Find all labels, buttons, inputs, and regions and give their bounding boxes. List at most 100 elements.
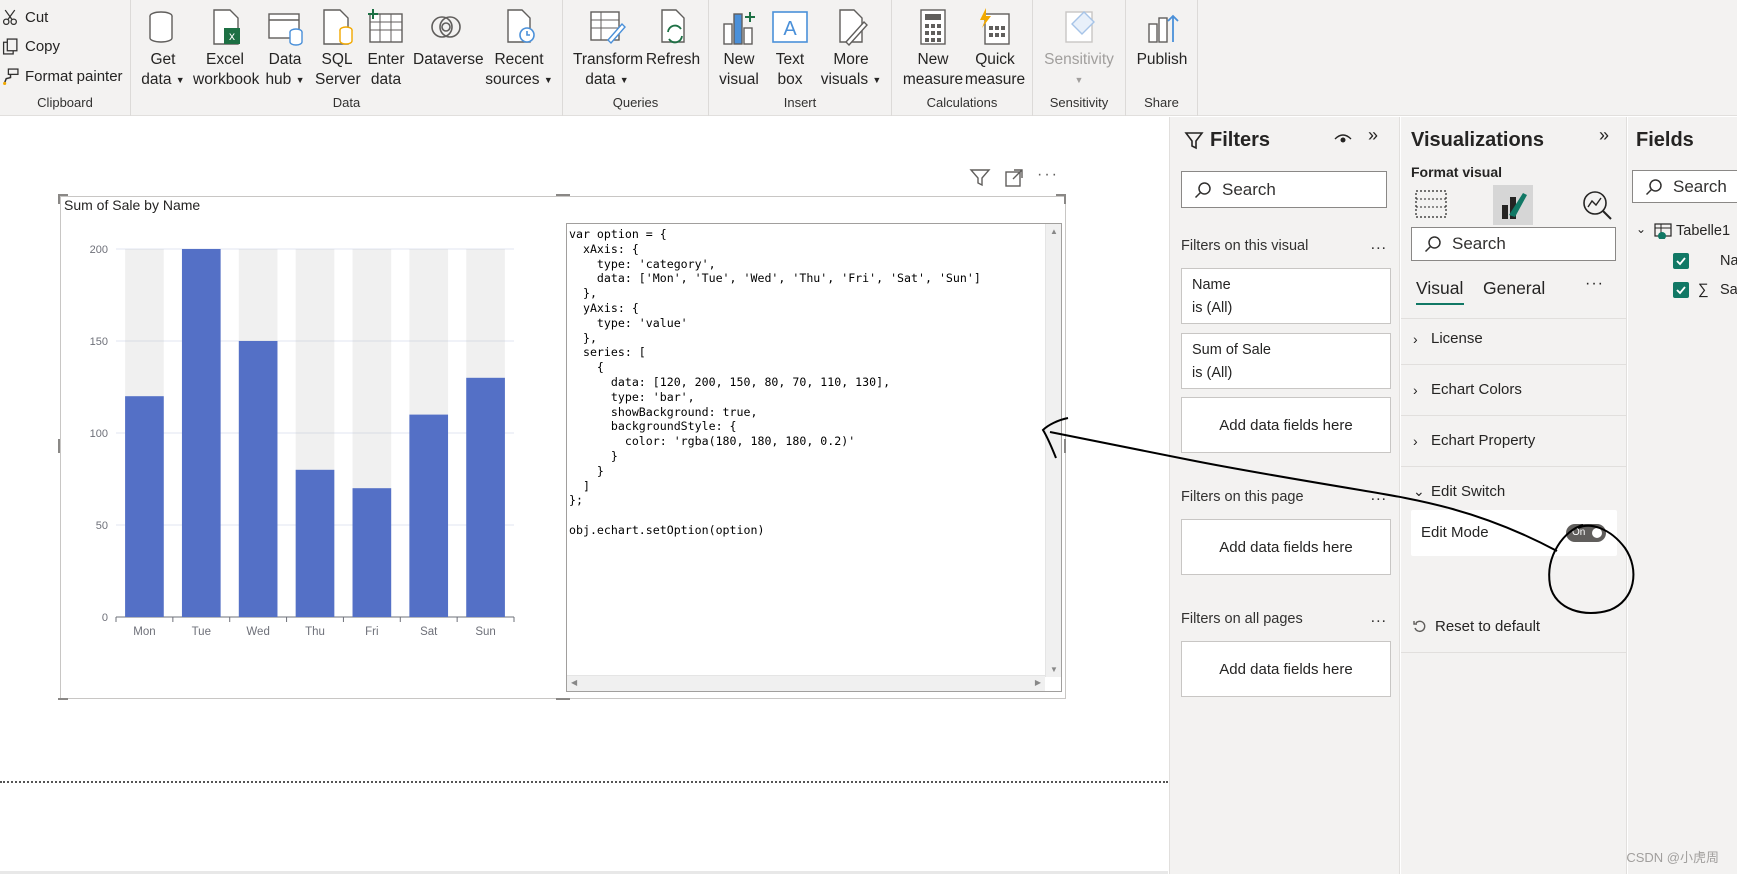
add-data-fields-page[interactable]: Add data fields here [1181,519,1391,575]
cut-button[interactable]: Cut [2,9,48,26]
sensitivity-button[interactable]: Sensitivity ▼ [1039,8,1119,90]
resize-handle[interactable] [1064,439,1066,453]
y-tick-label: 150 [90,336,108,348]
resize-handle[interactable] [556,698,570,700]
build-visual-icon[interactable] [1415,189,1447,219]
more-options-icon[interactable]: ... [1371,236,1387,254]
sql-label-2: Server [315,71,361,88]
format-painter-button[interactable]: Format painter [2,68,123,85]
section-echart-property[interactable]: › Echart Property [1413,432,1535,449]
scroll-right-icon[interactable]: ▶ [1035,678,1041,687]
sql-server-button[interactable]: SQL Server [315,8,361,90]
tab-visual[interactable]: Visual [1416,278,1463,299]
text-box-button[interactable]: A Text box [769,8,811,90]
copy-label: Copy [25,38,61,55]
chevron-down-icon[interactable]: ⌄ [1636,222,1646,236]
x-tick-label: Sun [475,626,495,638]
table-name[interactable]: Tabelle1 [1676,223,1730,239]
copy-button[interactable]: Copy [2,38,60,55]
divider [1401,364,1627,365]
resize-handle[interactable] [1064,194,1066,204]
enter-data-button[interactable]: Enter data [365,8,407,90]
transform-data-button[interactable]: Transform data ▼ [573,8,643,90]
resize-handle[interactable] [58,698,68,700]
bar [125,396,164,617]
field-name-label[interactable]: Na [1720,253,1737,269]
data-hub-button[interactable]: Data hub ▼ [261,8,309,90]
filter-visual-icon[interactable] [969,168,991,193]
calculations-group-label: Calculations [926,95,998,110]
publish-button[interactable]: Publish [1132,8,1192,70]
calculator-icon [920,9,946,45]
add-data-fields-visual[interactable]: Add data fields here [1181,397,1391,453]
sensitivity-tag-icon [1065,11,1095,43]
x-tick-label: Sat [420,626,438,638]
format-painter-label: Format painter [25,68,123,85]
tab-general[interactable]: General [1483,278,1545,299]
quick-measure-label-1: Quick [975,51,1015,68]
search-icon [1424,236,1441,253]
chart-title: Sum of Sale by Name [64,197,201,213]
fields-search-input[interactable]: Search [1632,170,1737,203]
recent-sources-button[interactable]: Recent sources ▼ [483,8,555,90]
excel-label-2: workbook [193,71,260,88]
reset-to-default-button[interactable]: Reset to default [1413,618,1540,635]
filter-card-name[interactable]: Name is (All) [1181,268,1391,324]
filter-card-state: is (All) [1192,300,1233,316]
svg-text:x: x [229,29,235,43]
section-license[interactable]: › License [1413,330,1483,347]
analytics-icon[interactable] [1581,189,1613,221]
filters-search-input[interactable]: Search [1181,171,1387,208]
edit-mode-toggle[interactable]: On [1566,524,1606,542]
more-visuals-button[interactable]: More visuals ▼ [819,8,883,90]
scroll-down-icon[interactable]: ▼ [1050,665,1058,674]
field-checkbox[interactable] [1673,282,1689,298]
report-canvas[interactable]: ··· Sum of Sale by Name 0 50 100 150 200 Mon T… [0,117,1168,874]
resize-handle[interactable] [58,439,60,453]
code-text[interactable]: var option = { xAxis: { type: 'category'… [569,227,981,538]
queries-group-label: Queries [612,95,659,110]
divider [1401,652,1627,653]
more-options-icon[interactable]: ··· [1037,166,1059,184]
get-data-button[interactable]: Get data ▼ [141,8,185,90]
code-editor[interactable]: var option = { xAxis: { type: 'category'… [566,223,1062,692]
excel-label-1: Excel [206,51,244,68]
refresh-button[interactable]: Refresh [645,8,701,70]
add-data-fields-all[interactable]: Add data fields here [1181,641,1391,697]
field-checkbox[interactable] [1673,253,1689,269]
filters-on-page-heading: Filters on this page [1181,489,1304,505]
more-options-icon[interactable]: ··· [1585,275,1604,293]
new-measure-button[interactable]: New measure [902,8,964,90]
scroll-up-icon[interactable]: ▲ [1050,227,1058,236]
resize-handle[interactable] [556,194,570,196]
sigma-icon: ∑ [1698,281,1709,298]
collapse-visualizations-icon[interactable]: » [1599,125,1609,146]
quick-measure-button[interactable]: Quick measure [964,8,1026,90]
dataverse-label: Dataverse [413,51,484,68]
fields-title: Fields [1636,129,1694,151]
new-visual-button[interactable]: New visual [717,8,761,90]
filters-on-all-pages-heading: Filters on all pages [1181,611,1303,627]
collapse-filters-icon[interactable]: » [1368,125,1378,146]
more-options-icon[interactable]: ... [1371,609,1387,627]
visualizations-search-input[interactable]: Search [1411,227,1616,261]
eye-icon[interactable] [1334,129,1352,147]
section-label: Edit Switch [1431,483,1506,500]
horizontal-scrollbar[interactable]: ◀ ▶ [567,675,1045,691]
field-sale-label[interactable]: Sa [1720,282,1737,298]
vertical-scrollbar[interactable]: ▲ ▼ [1045,224,1061,677]
dataverse-button[interactable]: Dataverse [413,8,484,70]
scroll-left-icon[interactable]: ◀ [571,678,577,687]
powerbi-window: Cut Copy Format painter Clipboard Get dat… [0,0,1737,874]
more-options-icon[interactable]: ... [1371,487,1387,505]
section-edit-switch[interactable]: ⌄ Edit Switch [1413,483,1505,500]
filter-card-sum-of-sale[interactable]: Sum of Sale is (All) [1181,333,1391,389]
x-tick-label: Thu [305,626,325,638]
excel-workbook-button[interactable]: x Excel workbook [193,8,260,90]
sensitivity-group-label: Sensitivity [1049,95,1109,110]
section-echart-colors[interactable]: › Echart Colors [1413,381,1522,398]
resize-handle[interactable] [58,194,60,204]
format-visual-tab[interactable] [1493,185,1533,225]
focus-mode-icon[interactable] [1004,168,1024,193]
x-tick-label: Wed [246,626,269,638]
